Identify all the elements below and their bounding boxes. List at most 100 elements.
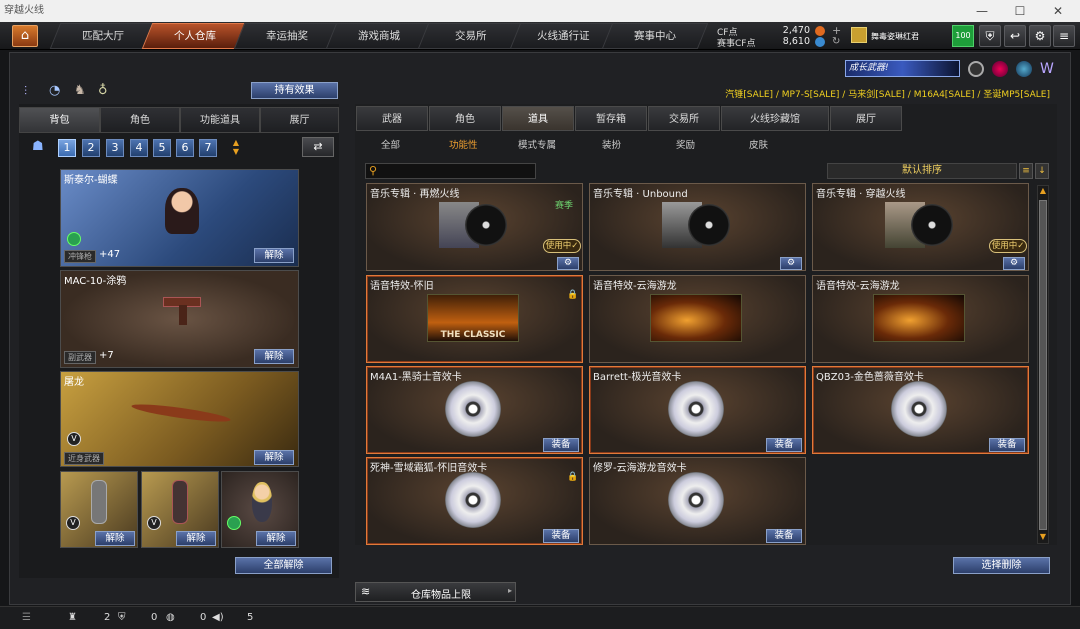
page-2[interactable]: 2 xyxy=(82,139,100,157)
home-icon[interactable]: ⌂ xyxy=(12,25,38,47)
gear-icon[interactable]: ⚙ xyxy=(1003,257,1025,270)
capacity-bar[interactable]: ≋ 仓库物品上限 ▸ xyxy=(355,582,516,602)
w-logo-icon[interactable]: W xyxy=(1040,61,1056,77)
slot-card-grenade-1[interactable]: V 解除 xyxy=(60,471,138,548)
item-card[interactable]: QBZ03-金色蔷薇音效卡 装备 xyxy=(812,366,1029,454)
wing-icon[interactable] xyxy=(1016,61,1032,77)
list-view-icon[interactable]: ≡ xyxy=(1019,163,1033,179)
guild-icon[interactable]: ⛨ xyxy=(118,612,126,623)
bag-icon[interactable]: ♁ xyxy=(98,83,108,98)
item-card[interactable]: 修罗-云海游龙音效卡 装备 xyxy=(589,457,806,545)
refresh-icon[interactable]: ↻ xyxy=(832,36,840,47)
select-delete-button[interactable]: 选择删除 xyxy=(953,557,1050,574)
page-1[interactable]: 1 xyxy=(58,139,76,157)
nav-tab-storage[interactable]: 个人仓库 xyxy=(141,23,249,49)
transfer-icon[interactable]: ⇄ xyxy=(302,137,334,157)
tab-roles[interactable]: 角色 xyxy=(429,106,501,131)
clock-icon[interactable]: ◔ xyxy=(49,83,60,98)
tab-character[interactable]: 角色 xyxy=(100,107,180,133)
close-button[interactable]: ✕ xyxy=(1040,0,1076,22)
exit-icon[interactable]: ↩ xyxy=(1004,25,1026,47)
level-badge[interactable]: 100 xyxy=(952,25,974,47)
minimize-button[interactable]: — xyxy=(964,0,1000,22)
item-card[interactable]: 死神-雪域霜狐-怀旧音效卡 🔒 装备 xyxy=(366,457,583,545)
tab-items[interactable]: 道具 xyxy=(502,106,574,131)
page-7[interactable]: 7 xyxy=(199,139,217,157)
effects-button[interactable]: 持有效果 xyxy=(251,82,338,99)
item-card[interactable]: 音乐专辑 · 穿越火线 使用中✓ ⚙ xyxy=(812,183,1029,271)
item-card[interactable]: 语音特效-怀旧 🔒 THE CLASSIC xyxy=(366,275,583,363)
gear-icon[interactable]: ⚙ xyxy=(780,257,802,270)
filter-mode[interactable]: 模式专属 xyxy=(518,137,556,151)
tab-gallery[interactable]: 展厅 xyxy=(830,106,902,131)
backpack-icon[interactable]: ☗ xyxy=(32,139,44,154)
unequip-button[interactable]: 解除 xyxy=(254,450,294,465)
page-4[interactable]: 4 xyxy=(130,139,148,157)
stats-icon[interactable]: ⫶ xyxy=(24,84,27,99)
tab-showroom[interactable]: 展厅 xyxy=(260,107,339,133)
nav-tab-events[interactable]: 赛事中心 xyxy=(601,23,709,49)
filter-all[interactable]: 全部 xyxy=(381,137,400,151)
scroll-down-icon[interactable]: ▼ xyxy=(1038,532,1048,542)
filter-functional[interactable]: 功能性 xyxy=(449,137,478,151)
tab-trade[interactable]: 交易所 xyxy=(648,106,720,131)
nav-tab-exchange[interactable]: 交易所 xyxy=(417,23,525,49)
equip-button[interactable]: 装备 xyxy=(766,438,802,452)
equip-button[interactable]: 装备 xyxy=(766,529,802,543)
equip-button[interactable]: 装备 xyxy=(989,438,1025,452)
shield-icon[interactable]: ⛨ xyxy=(979,25,1001,47)
item-card[interactable]: 语音特效-云海游龙 xyxy=(812,275,1029,363)
friends-icon[interactable]: ♜ xyxy=(68,612,77,623)
menu-icon[interactable]: ≡ xyxy=(1053,25,1075,47)
tab-backpack[interactable]: 背包 xyxy=(19,107,100,133)
slot-card-primary[interactable]: 斯泰尔-蝴蝶 冲锋枪 +47 解除 xyxy=(60,169,299,267)
tab-stash[interactable]: 暂存箱 xyxy=(575,106,647,131)
tab-weapons[interactable]: 武器 xyxy=(356,106,428,131)
unequip-button[interactable]: 解除 xyxy=(176,531,216,546)
tab-function-items[interactable]: 功能道具 xyxy=(180,107,260,133)
promo-banner[interactable]: 成长武器! xyxy=(845,60,960,77)
release-all-button[interactable]: 全部解除 xyxy=(235,557,332,574)
item-card[interactable]: 语音特效-云海游龙 xyxy=(589,275,806,363)
volume-icon[interactable]: ◀) xyxy=(212,612,224,623)
page-stepper[interactable]: ▲ ▼ xyxy=(228,138,244,158)
nav-tab-match-lobby[interactable]: 匹配大厅 xyxy=(49,23,157,49)
chat-icon[interactable]: ◍ xyxy=(166,612,175,623)
gear-icon[interactable]: ⚙ xyxy=(1029,25,1051,47)
equip-button[interactable]: 装备 xyxy=(543,529,579,543)
filter-reward[interactable]: 奖励 xyxy=(676,137,695,151)
item-card[interactable]: 音乐专辑 · Unbound ⚙ xyxy=(589,183,806,271)
sort-dropdown[interactable]: 默认排序 xyxy=(827,163,1017,179)
sale-ticker[interactable]: 汽锤[SALE] / MP7-S[SALE] / 马来剑[SALE] / M16… xyxy=(520,87,1050,100)
maximize-button[interactable]: ☐ xyxy=(1002,0,1038,22)
filter-skin[interactable]: 皮肤 xyxy=(749,137,768,151)
page-6[interactable]: 6 xyxy=(176,139,194,157)
unequip-button[interactable]: 解除 xyxy=(95,531,135,546)
globe-icon[interactable] xyxy=(992,61,1008,77)
character-icon[interactable]: ♞ xyxy=(74,83,86,98)
nav-tab-mall[interactable]: 游戏商城 xyxy=(325,23,433,49)
page-5[interactable]: 5 xyxy=(153,139,171,157)
badge-v-icon[interactable] xyxy=(968,61,984,77)
search-box[interactable]: ⚲ xyxy=(365,163,536,179)
list-icon[interactable]: ☰ xyxy=(22,612,31,623)
item-card[interactable]: 音乐专辑 · 再燃火线 赛季 使用中✓ ⚙ xyxy=(366,183,583,271)
slot-card-companion[interactable]: 解除 xyxy=(221,471,299,548)
scroll-up-icon[interactable]: ▲ xyxy=(1038,186,1048,196)
unequip-button[interactable]: 解除 xyxy=(254,248,294,263)
sort-order-icon[interactable]: ↓ xyxy=(1035,163,1049,179)
item-card[interactable]: Barrett-极光音效卡 装备 xyxy=(589,366,806,454)
nav-tab-battlepass[interactable]: 火线通行证 xyxy=(509,23,617,49)
scroll-thumb[interactable] xyxy=(1039,200,1047,530)
slot-card-secondary[interactable]: MAC-10-涂鸦 副武器 +7 解除 xyxy=(60,270,299,368)
page-3[interactable]: 3 xyxy=(106,139,124,157)
unequip-button[interactable]: 解除 xyxy=(256,531,296,546)
tab-collection[interactable]: 火线珍藏馆 xyxy=(721,106,829,131)
search-input[interactable] xyxy=(382,165,532,177)
slot-card-melee[interactable]: 屠龙 V 近身武器 解除 xyxy=(60,371,299,467)
gear-icon[interactable]: ⚙ xyxy=(557,257,579,270)
slot-card-grenade-2[interactable]: V 解除 xyxy=(141,471,219,548)
user-name[interactable]: 舞毒姿琳红君 xyxy=(871,31,919,42)
filter-costume[interactable]: 装扮 xyxy=(602,137,621,151)
item-card[interactable]: M4A1-黑骑士音效卡 装备 xyxy=(366,366,583,454)
